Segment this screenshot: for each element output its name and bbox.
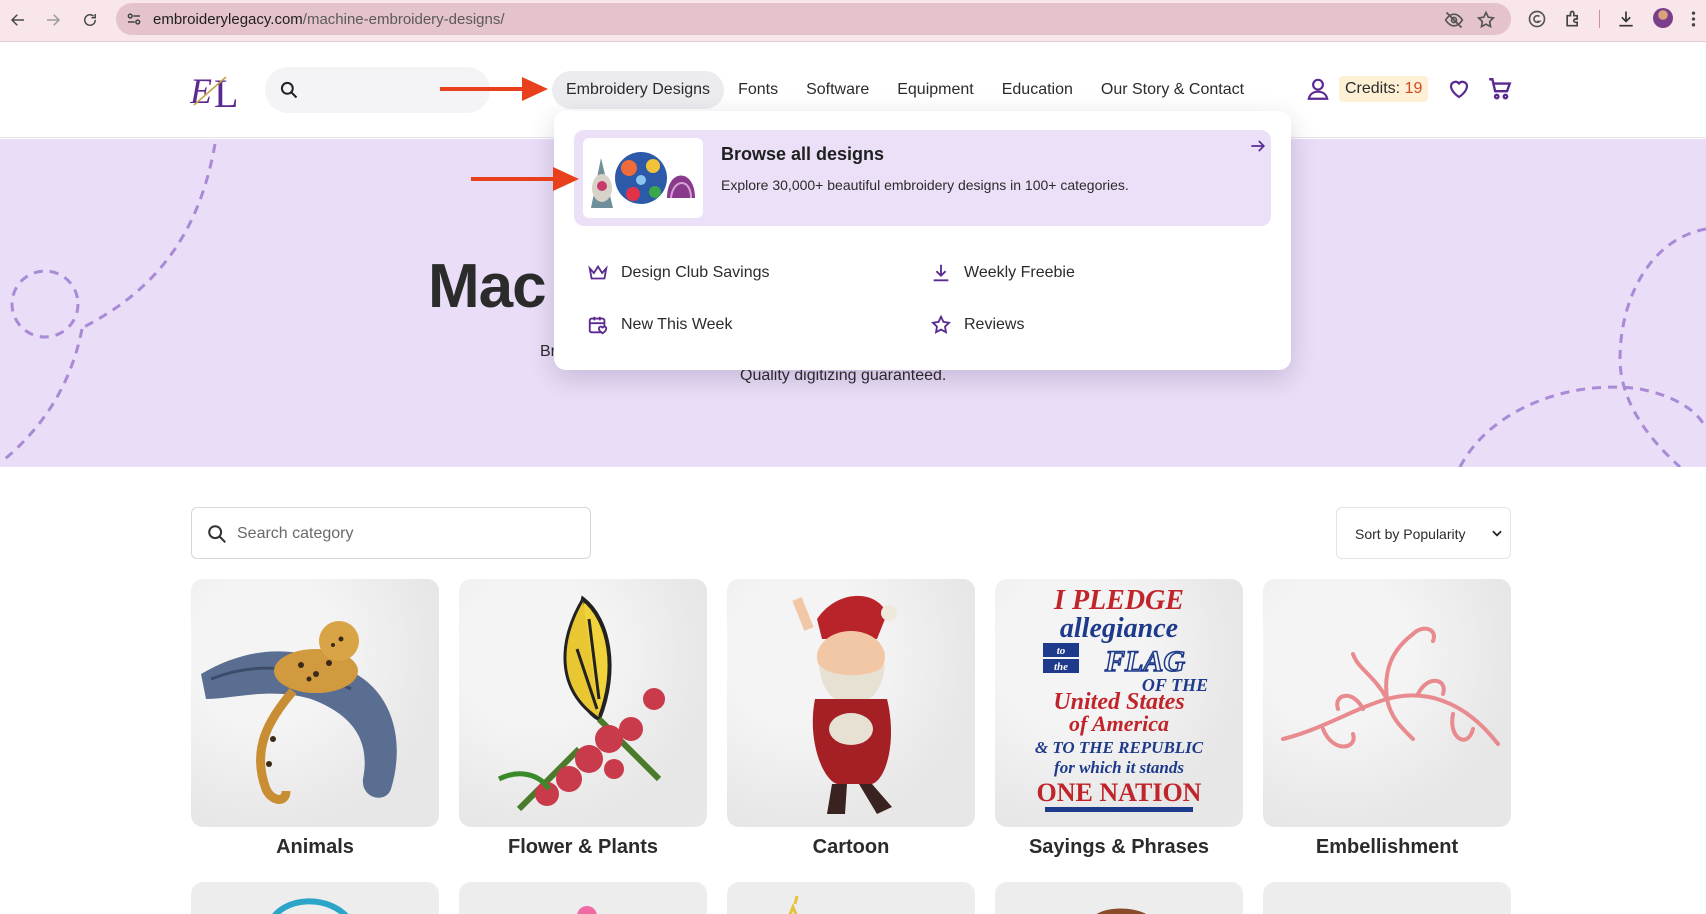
nav-education[interactable]: Education (988, 71, 1087, 109)
nav-embroidery-designs[interactable]: Embroidery Designs (552, 71, 725, 109)
arrow-right-icon (1251, 140, 1266, 152)
nav-fonts[interactable]: Fonts (724, 71, 792, 109)
svg-text:E: E (190, 71, 212, 111)
browse-all-designs-card[interactable]: Browse all designs Explore 30,000+ beaut… (574, 130, 1271, 226)
browser-toolbar: embroiderylegacy.com/machine-embroidery-… (0, 0, 1706, 42)
santa-image (792, 595, 897, 814)
nav-our-story-contact[interactable]: Our Story & Contact (1087, 71, 1258, 109)
grammarly-icon[interactable] (1526, 8, 1548, 30)
svg-text:& TO THE REPUBLIC: & TO THE REPUBLIC (1035, 738, 1204, 757)
hero-title: Mac (428, 252, 547, 321)
category-card-row2-5[interactable] (1263, 882, 1511, 914)
embroidery-designs-dropdown: Browse all designs Explore 30,000+ beaut… (554, 111, 1291, 370)
browser-menu-icon[interactable] (1686, 8, 1700, 30)
nav-equipment[interactable]: Equipment (883, 71, 988, 109)
extensions-icon[interactable] (1562, 8, 1584, 30)
category-card-cartoon[interactable] (727, 579, 975, 827)
svg-text:for which it stands: for which it stands (1054, 758, 1184, 777)
address-bar[interactable]: embroiderylegacy.com/machine-embroidery-… (116, 3, 1511, 35)
category-label-flower-plants[interactable]: Flower & Plants (459, 836, 707, 859)
star-icon (930, 314, 952, 336)
category-card-row2-4[interactable] (995, 882, 1243, 914)
browse-all-designs-description: Explore 30,000+ beautiful embroidery des… (721, 177, 1129, 193)
menu-item-label: Design Club Savings (621, 264, 770, 281)
profile-avatar[interactable] (1653, 8, 1673, 28)
svg-text:allegiance: allegiance (1060, 613, 1178, 644)
forward-icon[interactable] (41, 8, 65, 32)
menu-item-label: Weekly Freebie (964, 264, 1075, 281)
chevron-down-icon (1492, 530, 1502, 537)
browse-all-designs-title: Browse all designs (721, 144, 885, 164)
cart-icon[interactable] (1487, 76, 1513, 102)
category-card-sayings-phrases[interactable]: I PLEDGE allegiance to the FLAG OF THE U… (995, 579, 1243, 827)
sort-select[interactable]: Sort by Popularity (1336, 507, 1511, 559)
category-search-input[interactable] (237, 521, 577, 547)
annotation-arrow-browse (471, 167, 579, 191)
category-label-animals[interactable]: Animals (191, 836, 439, 859)
embellishment-image (1281, 626, 1500, 749)
back-icon[interactable] (6, 8, 30, 32)
svg-text:I PLEDGE: I PLEDGE (1053, 585, 1184, 616)
butterfly-image (497, 595, 665, 812)
downloads-icon[interactable] (1615, 8, 1637, 30)
menu-item-new-this-week[interactable]: New This Week (587, 312, 732, 338)
crown-icon (587, 262, 609, 284)
browse-designs-thumbnail (583, 138, 703, 218)
reload-icon[interactable] (78, 8, 102, 32)
category-card-row2-2[interactable] (459, 882, 707, 914)
svg-text:to: to (1057, 645, 1066, 657)
main-nav: Embroidery Designs Fonts Software Equipm… (552, 71, 1258, 109)
category-card-row2-3[interactable] (727, 882, 975, 914)
leopard-image (201, 621, 397, 804)
category-label-cartoon[interactable]: Cartoon (727, 836, 975, 859)
category-label-embellishment[interactable]: Embellishment (1263, 836, 1511, 859)
nav-software[interactable]: Software (792, 71, 883, 109)
calendar-heart-icon (587, 314, 609, 336)
eye-off-icon[interactable] (1444, 10, 1464, 30)
category-card-flower-plants[interactable] (459, 579, 707, 827)
svg-text:ONE NATION: ONE NATION (1037, 778, 1202, 807)
toolbar-divider (1599, 10, 1600, 28)
category-search[interactable] (191, 507, 591, 559)
category-card-embellishment[interactable] (1263, 579, 1511, 827)
user-icon[interactable] (1305, 76, 1331, 102)
pledge-text-image: I PLEDGE allegiance to the FLAG OF THE U… (1035, 585, 1208, 812)
menu-item-design-club-savings[interactable]: Design Club Savings (587, 260, 770, 286)
menu-item-reviews[interactable]: Reviews (930, 312, 1024, 338)
download-icon (930, 262, 952, 284)
heart-icon[interactable] (1447, 77, 1471, 101)
search-icon (280, 81, 298, 99)
search-icon (208, 525, 226, 543)
category-card-row2-1[interactable] (191, 882, 439, 914)
annotation-arrow-nav (440, 77, 548, 101)
site-logo[interactable]: E L (189, 69, 248, 116)
bookmark-star-icon[interactable] (1476, 10, 1496, 30)
menu-item-label: New This Week (621, 316, 733, 333)
svg-text:the: the (1054, 661, 1068, 673)
site-info-icon[interactable] (125, 10, 143, 28)
menu-item-weekly-freebie[interactable]: Weekly Freebie (930, 260, 1075, 286)
url-text: embroiderylegacy.com/machine-embroidery-… (153, 11, 505, 28)
svg-text:FLAG: FLAG (1104, 645, 1185, 678)
svg-text:of America: of America (1069, 711, 1169, 736)
category-label-sayings-phrases[interactable]: Sayings & Phrases (995, 836, 1243, 859)
credits-count: 19 (1404, 80, 1423, 97)
menu-item-label: Reviews (964, 316, 1025, 333)
sort-select-value: Sort by Popularity (1355, 526, 1466, 542)
credits-badge[interactable]: Credits: 19 (1339, 76, 1429, 102)
category-card-animals[interactable] (191, 579, 439, 827)
